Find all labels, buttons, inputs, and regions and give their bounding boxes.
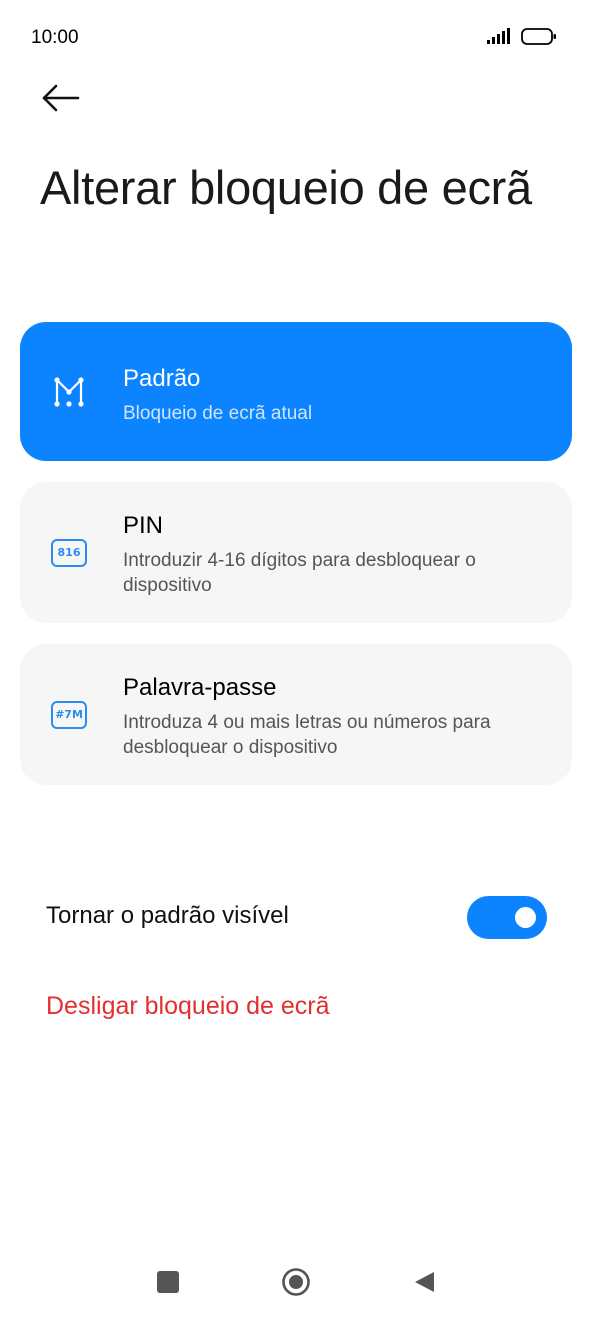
status-time: 10:00 <box>31 27 79 48</box>
option-title: Padrão <box>123 365 201 392</box>
pattern-visible-row[interactable]: Tornar o padrão visível <box>0 880 593 954</box>
option-subtitle: Introduza 4 ou mais letras ou números pa… <box>123 712 491 758</box>
back-triangle-icon[interactable] <box>412 1270 436 1294</box>
password-icon: #7M <box>51 701 87 729</box>
toggle-knob <box>515 907 536 928</box>
navigation-bar <box>0 1250 593 1318</box>
option-pin[interactable]: 816 PIN Introduzir 4-16 dígitos para des… <box>20 482 572 623</box>
option-subtitle: Introduzir 4-16 dígitos para desbloquear… <box>123 550 476 596</box>
page-title: Alterar bloqueio de ecrã <box>40 161 532 214</box>
status-bar: 10:00 <box>0 0 593 76</box>
option-password[interactable]: #7M Palavra-passe Introduza 4 ou mais le… <box>20 644 572 785</box>
back-button[interactable] <box>36 78 86 118</box>
option-pattern[interactable]: Padrão Bloqueio de ecrã atual <box>20 322 572 461</box>
battery-icon <box>521 28 556 45</box>
disable-screen-lock-link[interactable]: Desligar bloqueio de ecrã <box>46 992 330 1021</box>
pattern-icon <box>54 377 84 407</box>
signal-icon <box>487 28 510 44</box>
home-icon[interactable] <box>281 1267 311 1297</box>
toggle-label: Tornar o padrão visível <box>46 902 289 929</box>
recent-apps-icon[interactable] <box>157 1271 179 1293</box>
pattern-visible-toggle[interactable] <box>467 896 547 939</box>
option-subtitle: Bloqueio de ecrã atual <box>123 403 313 424</box>
screen: 10:00 Alterar bloqueio de ecrã Padrão Bl… <box>0 0 593 1318</box>
pin-icon: 816 <box>51 539 87 567</box>
arrow-left-icon <box>42 84 80 112</box>
option-title: Palavra-passe <box>123 674 277 701</box>
option-title: PIN <box>123 512 164 539</box>
